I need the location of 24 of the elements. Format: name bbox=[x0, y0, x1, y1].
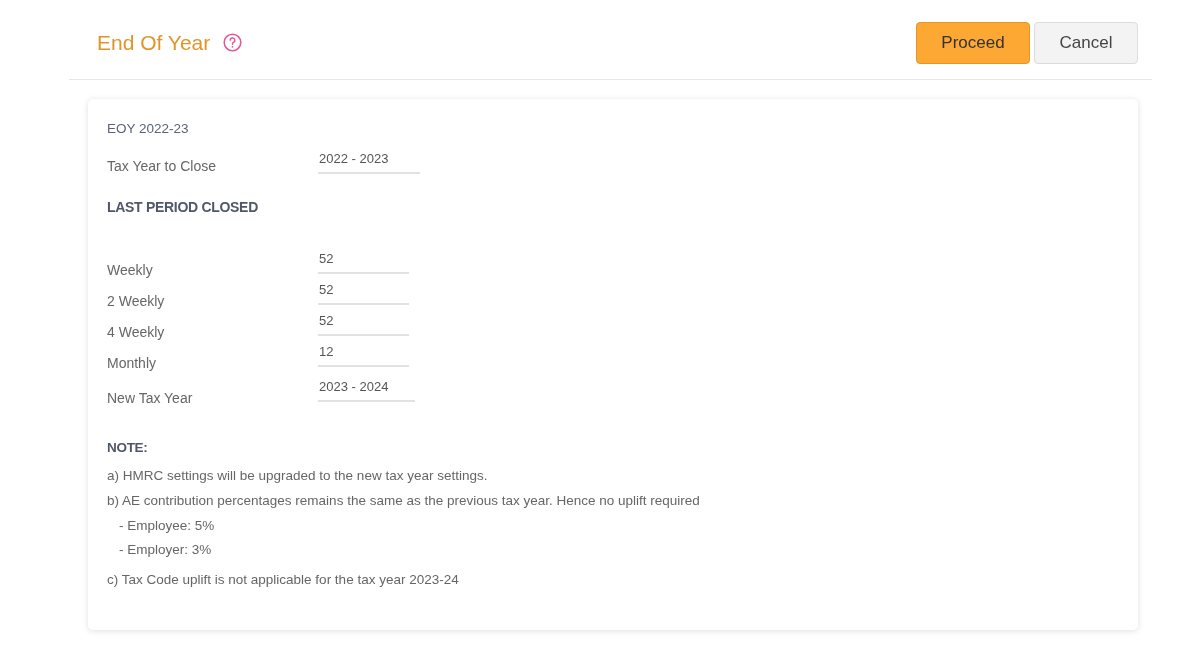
note-text: - Employee: 5% bbox=[118, 517, 216, 535]
field-label: New Tax Year bbox=[107, 390, 194, 406]
form-heading: EOY 2022-23 bbox=[107, 121, 190, 136]
note-title: NOTE: bbox=[107, 440, 149, 455]
field-label: 4 Weekly bbox=[107, 324, 166, 340]
period-field[interactable]: 52 bbox=[318, 313, 409, 336]
field-label: Monthly bbox=[107, 355, 158, 371]
field-label: 2 Weekly bbox=[107, 293, 166, 309]
field-label: Tax Year to Close bbox=[107, 158, 217, 174]
tax-year-field[interactable]: 2023 - 2024 bbox=[318, 379, 415, 402]
page-title: End Of Year bbox=[97, 30, 211, 55]
field-label: Weekly bbox=[107, 262, 154, 278]
section-title: LAST PERIOD CLOSED bbox=[107, 199, 259, 215]
help-icon[interactable] bbox=[223, 33, 243, 52]
proceed-button[interactable]: Proceed bbox=[916, 21, 1030, 64]
note-text: - Employer: 3% bbox=[118, 541, 213, 559]
period-field[interactable]: 12 bbox=[318, 344, 409, 367]
cancel-button[interactable]: Cancel bbox=[1034, 21, 1138, 64]
note-text: a) HMRC settings will be upgraded to the new tax year settings. bbox=[107, 467, 489, 485]
tax-year-field[interactable]: 2022 - 2023 bbox=[318, 151, 420, 174]
note-text: b) AE contribution percentages remains the same as the previous tax year. Hence no uplift required bbox=[107, 492, 701, 510]
period-field[interactable]: 52 bbox=[318, 251, 409, 274]
period-field[interactable]: 52 bbox=[318, 282, 409, 305]
note-text: c) Tax Code uplift is not applicable for the tax year 2023-24 bbox=[107, 571, 460, 589]
